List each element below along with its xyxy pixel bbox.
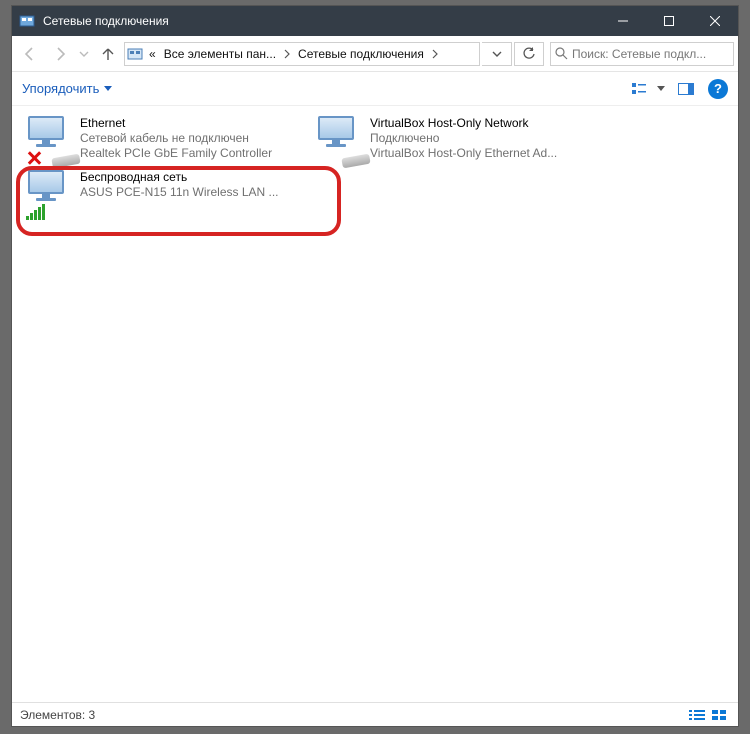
organize-button[interactable]: Упорядочить xyxy=(22,81,112,96)
preview-pane-icon xyxy=(678,83,694,95)
connection-name: VirtualBox Host-Only Network xyxy=(370,116,557,131)
connection-status: Подключено xyxy=(370,131,557,146)
control-panel-icon xyxy=(125,46,145,62)
chevron-down-icon xyxy=(657,86,665,92)
nav-up-button[interactable] xyxy=(94,40,122,68)
network-adapter-icon xyxy=(316,116,364,164)
search-placeholder: Поиск: Сетевые подкл... xyxy=(572,47,706,61)
address-bar[interactable]: « Все элементы пан... Сетевые подключени… xyxy=(124,42,480,66)
command-bar: Упорядочить ? xyxy=(12,72,738,106)
chevron-down-icon xyxy=(104,86,112,92)
maximize-button[interactable] xyxy=(646,6,692,36)
window-title: Сетевые подключения xyxy=(41,14,600,28)
status-item-count: Элементов: 3 xyxy=(20,708,95,722)
search-icon xyxy=(555,47,568,60)
control-panel-icon xyxy=(19,13,35,29)
organize-label: Упорядочить xyxy=(22,81,99,96)
navigation-bar: « Все элементы пан... Сетевые подключени… xyxy=(12,36,738,72)
network-connection-item[interactable]: Беспроводная сетьASUS PCE-N15 11n Wirele… xyxy=(20,166,310,220)
chevron-right-icon[interactable] xyxy=(280,49,294,59)
help-button[interactable]: ? xyxy=(708,79,728,99)
breadcrumb-prefix[interactable]: « xyxy=(145,47,160,61)
details-view-button[interactable] xyxy=(686,706,708,724)
breadcrumb-segment-1[interactable]: Все элементы пан... xyxy=(160,47,280,61)
network-adapter-icon xyxy=(26,116,74,164)
view-icon xyxy=(632,82,646,96)
connection-name: Ethernet xyxy=(80,116,272,131)
network-connection-item[interactable]: EthernetСетевой кабель не подключенRealt… xyxy=(20,112,310,166)
network-connection-item[interactable]: VirtualBox Host-Only NetworkПодключеноVi… xyxy=(310,112,600,166)
close-button[interactable] xyxy=(692,6,738,36)
connection-name: Беспроводная сеть xyxy=(80,170,279,185)
refresh-button[interactable] xyxy=(514,42,544,66)
connection-device: ASUS PCE-N15 11n Wireless LAN ... xyxy=(80,185,279,200)
nav-history-dropdown[interactable] xyxy=(76,40,92,68)
network-adapter-icon xyxy=(26,170,74,218)
connection-device: Realtek PCIe GbE Family Controller xyxy=(80,146,272,161)
help-icon: ? xyxy=(714,81,722,96)
breadcrumb-segment-2[interactable]: Сетевые подключения xyxy=(294,47,428,61)
chevron-right-icon[interactable] xyxy=(428,49,442,59)
window-controls xyxy=(600,6,738,36)
status-bar: Элементов: 3 xyxy=(12,702,738,726)
connection-device: VirtualBox Host-Only Ethernet Ad... xyxy=(370,146,557,161)
nav-back-button[interactable] xyxy=(16,40,44,68)
connection-status: Сетевой кабель не подключен xyxy=(80,131,272,146)
titlebar[interactable]: Сетевые подключения xyxy=(12,6,738,36)
view-mode-button[interactable] xyxy=(626,76,670,102)
search-input[interactable]: Поиск: Сетевые подкл... xyxy=(550,42,734,66)
content-area[interactable]: EthernetСетевой кабель не подключенRealt… xyxy=(12,106,738,702)
network-connections-window: Сетевые подключения « Все элементы пан..… xyxy=(11,5,739,727)
minimize-button[interactable] xyxy=(600,6,646,36)
nav-forward-button[interactable] xyxy=(46,40,74,68)
nav-dropdown-button[interactable] xyxy=(482,42,512,66)
preview-pane-button[interactable] xyxy=(670,76,702,102)
large-icons-view-button[interactable] xyxy=(708,706,730,724)
